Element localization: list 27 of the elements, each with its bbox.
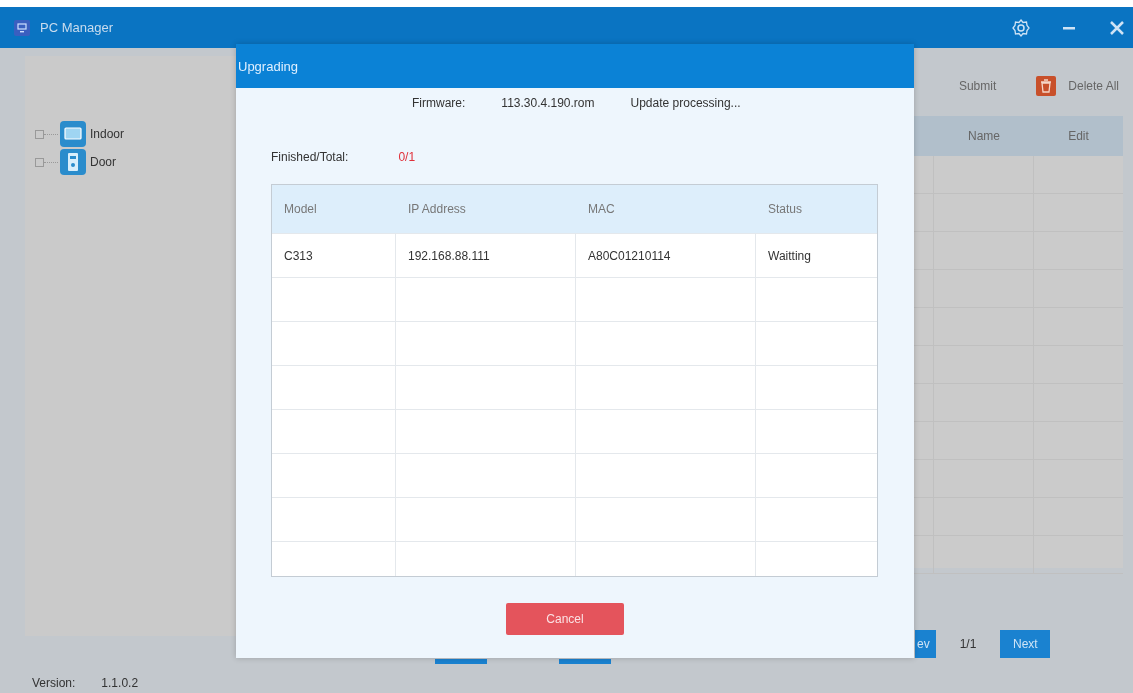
column-header: IP Address (407, 202, 467, 216)
column-header: Status (767, 202, 804, 216)
table-cell: C313 (272, 234, 396, 277)
progress-label: Finished/Total: (271, 150, 349, 164)
firmware-label: Firmware: (412, 96, 466, 110)
dialog-title: Upgrading (236, 44, 914, 88)
tree-item[interactable]: Indoor (90, 127, 125, 141)
firmware-file: 113.30.4.190.rom (501, 96, 595, 110)
page-indicator: 1/1 (959, 637, 977, 651)
table-cell-text: Waitting (767, 247, 812, 265)
prev-button[interactable]: ev (915, 630, 936, 658)
version-value: 1.1.0.2 (101, 676, 139, 690)
version-label: Version: (32, 676, 76, 690)
table-cell: 192.168.88.111 (396, 234, 576, 277)
cancel-button[interactable]: Cancel (506, 603, 624, 635)
column-header: Name (967, 129, 1001, 143)
column-header: Edit (1067, 129, 1090, 143)
window-title: PC Manager (40, 20, 113, 35)
submit-button[interactable]: Submit (958, 79, 997, 93)
tree-item[interactable]: Door (90, 155, 116, 169)
next-button[interactable]: Next (1000, 630, 1051, 658)
progress-value: 0/1 (398, 150, 416, 164)
delete-all-button[interactable]: Delete All (1036, 76, 1119, 96)
status-message: Update processing... (630, 96, 741, 110)
column-header: MAC (587, 202, 616, 216)
table-cell: A80C01210114 (576, 234, 756, 277)
column-header: Model (283, 202, 318, 216)
